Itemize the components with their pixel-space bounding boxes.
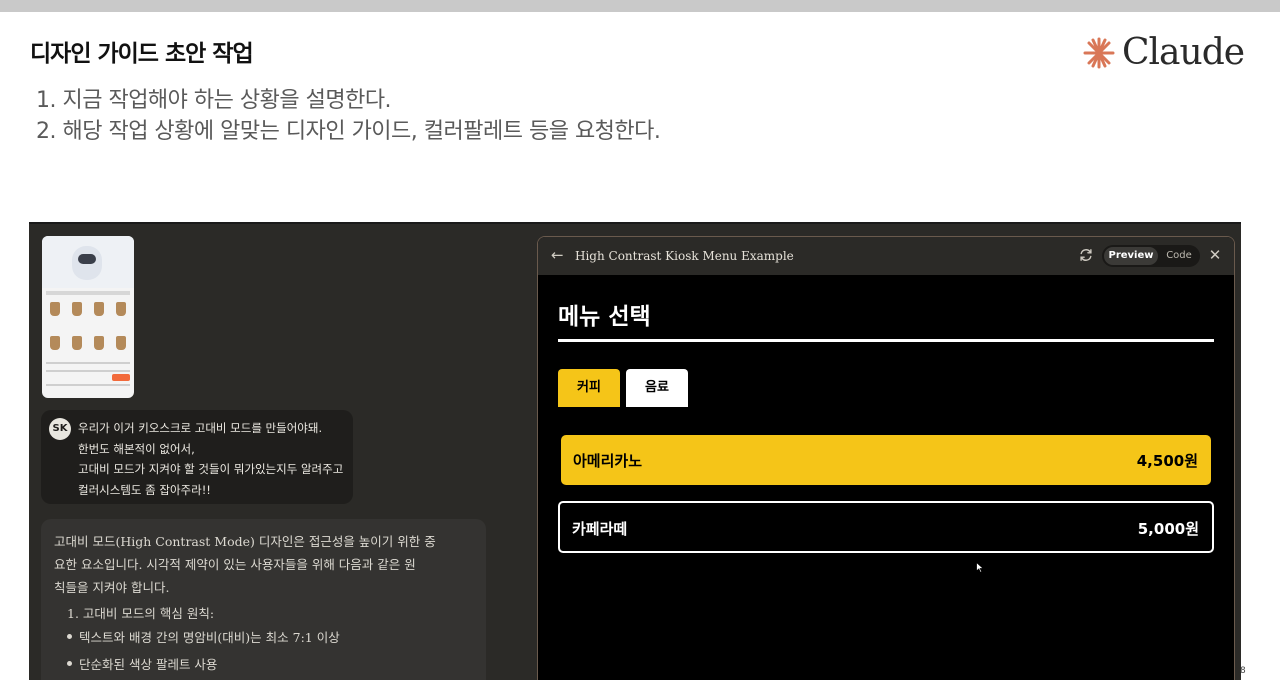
thumbnail-line (46, 370, 130, 372)
menu-item-price: 5,000원 (1137, 520, 1199, 538)
category-tab-drinks[interactable]: 음료 (626, 369, 688, 407)
user-message-line: 컬러시스템도 좀 잡아주라!! (78, 483, 211, 497)
claude-star-icon (1083, 37, 1115, 68)
thumbnail-line (46, 362, 130, 364)
thumbnail-cup (50, 302, 60, 316)
artifact-panel: ← High Contrast Kiosk Menu Example Previ… (537, 236, 1235, 680)
kiosk-thumbnail-image[interactable] (42, 236, 134, 398)
tab-code[interactable]: Code (1160, 247, 1198, 265)
artifact-header: ← High Contrast Kiosk Menu Example Previ… (538, 237, 1234, 275)
bullet-dot (67, 634, 72, 639)
refresh-icon[interactable] (1078, 247, 1094, 263)
back-arrow-icon[interactable]: ← (551, 246, 567, 264)
slide-bullet-1: 1. 지금 작업해야 하는 상황을 설명한다. (36, 88, 392, 113)
brand-logo: Claude (1082, 32, 1245, 73)
user-avatar: SK (49, 418, 71, 440)
category-tab-coffee[interactable]: 커피 (558, 369, 620, 407)
thumbnail-tabs (46, 291, 130, 295)
assistant-text-line: 요한 요소입니다. 시각적 제약이 있는 사용자들을 위해 다음과 같은 원 (54, 557, 416, 572)
thumbnail-cup (72, 302, 82, 316)
thumbnail-cup (116, 302, 126, 316)
thumbnail-cup (116, 336, 126, 350)
user-message-line: 한번도 해본적이 없어서, (78, 442, 195, 456)
slide-bullet-2: 2. 해당 작업 상황에 알맞는 디자인 가이드, 컬러팔레트 등을 요청한다. (36, 119, 661, 144)
preview-code-toggle: Preview Code (1102, 245, 1200, 267)
page-number: 8 (1240, 666, 1246, 676)
assistant-bullet-line: 단순화된 색상 팔레트 사용 (79, 657, 218, 672)
artifact-title: High Contrast Kiosk Menu Example (575, 249, 794, 263)
user-message: SK 우리가 이거 키오스크로 고대비 모드를 만들어야돼. 한번도 해본적이 … (41, 410, 353, 504)
brand-name: Claude (1122, 32, 1245, 73)
assistant-message: 고대비 모드(High Contrast Mode) 디자인은 접근성을 높이기… (41, 519, 486, 680)
menu-heading: 메뉴 선택 (558, 304, 651, 330)
user-message-line: 우리가 이거 키오스크로 고대비 모드를 만들어야돼. (78, 421, 323, 435)
thumbnail-pay-button (112, 374, 130, 381)
tab-preview[interactable]: Preview (1104, 247, 1158, 265)
thumbnail-cup (94, 302, 104, 316)
menu-item-name: 카페라떼 (572, 520, 628, 538)
assistant-bullet-line: 텍스트와 배경 간의 명암비(대비)는 최소 7:1 이상 (79, 630, 340, 645)
mouse-cursor-icon (976, 562, 984, 573)
bullet-dot (67, 661, 72, 666)
slide: 디자인 가이드 초안 작업 1. 지금 작업해야 하는 상황을 설명한다. 2.… (0, 12, 1280, 680)
close-icon[interactable]: ✕ (1207, 246, 1223, 264)
assistant-list-heading: 1. 고대비 모드의 핵심 원칙: (67, 606, 215, 621)
thumbnail-line (46, 384, 130, 386)
thumbnail-cup (94, 336, 104, 350)
slide-title: 디자인 가이드 초안 작업 (30, 41, 254, 67)
user-message-line: 고대비 모드가 지켜야 할 것들이 뭐가있는지두 알려주고 (78, 462, 344, 476)
menu-item-latte[interactable]: 카페라떼 5,000원 (558, 501, 1214, 553)
heading-divider (558, 339, 1214, 342)
thumbnail-cup (72, 336, 82, 350)
menu-item-americano[interactable]: 아메리카노 4,500원 (561, 435, 1211, 485)
menu-item-price: 4,500원 (1136, 452, 1198, 470)
assistant-text-line: 고대비 모드(High Contrast Mode) 디자인은 접근성을 높이기… (54, 534, 436, 549)
robot-face (78, 254, 96, 264)
claude-screenshot: SK 우리가 이거 키오스크로 고대비 모드를 만들어야돼. 한번도 해본적이 … (29, 222, 1241, 680)
menu-item-name: 아메리카노 (573, 452, 643, 470)
thumbnail-cup (50, 336, 60, 350)
assistant-text-line: 칙들을 지켜야 합니다. (54, 580, 170, 595)
